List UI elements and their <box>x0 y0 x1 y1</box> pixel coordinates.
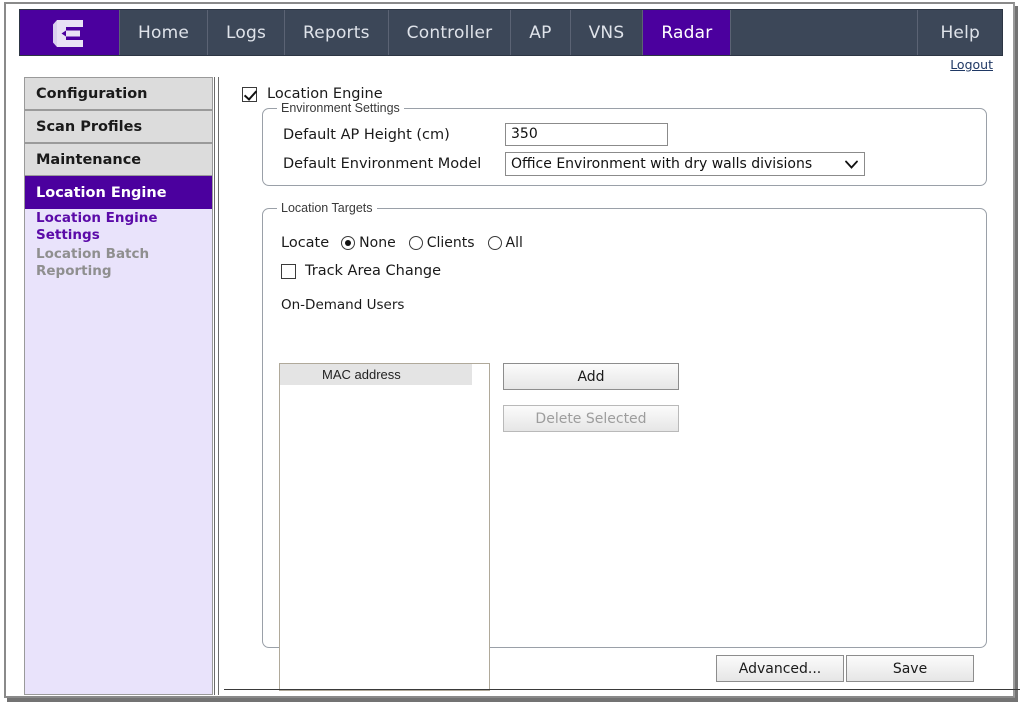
nav-item-help[interactable]: Help <box>918 10 1002 55</box>
nav-item-reports[interactable]: Reports <box>285 10 389 55</box>
environment-settings-fieldset: Environment Settings Default AP Height (… <box>262 101 987 186</box>
left-sidebar: Configuration Scan Profiles Maintenance … <box>24 77 213 695</box>
column-header-mac-address: MAC address <box>322 367 401 382</box>
sidebar-subitem-location-batch-reporting[interactable]: Location Batch Reporting <box>25 245 212 281</box>
nav-label: AP <box>529 22 552 43</box>
sidebar-subitem-label: Location Batch Reporting <box>36 246 150 279</box>
content-bottom-divider <box>224 689 1020 690</box>
location-targets-fieldset: Location Targets Locate None Clients All… <box>262 201 987 691</box>
nav-item-ap[interactable]: AP <box>511 10 571 55</box>
sidebar-subitem-label: Location Engine Settings <box>36 210 158 243</box>
nav-label: Controller <box>406 22 493 43</box>
environment-model-label: Default Environment Model <box>283 156 482 172</box>
nav-item-controller[interactable]: Controller <box>389 10 512 55</box>
top-navigation-bar: Home Logs Reports Controller AP VNS Rada… <box>19 9 1003 56</box>
sidebar-item-label: Scan Profiles <box>36 118 143 135</box>
nav-label: Reports <box>303 22 370 43</box>
locate-radio-group: Locate None Clients All <box>281 235 536 251</box>
ap-height-input[interactable]: 350 <box>505 123 668 146</box>
nav-label: Logs <box>226 22 267 43</box>
advanced-button-label: Advanced... <box>738 660 822 677</box>
main-content-panel: Location Engine Environment Settings Def… <box>224 66 1020 695</box>
nav-label: Radar <box>661 22 713 43</box>
sidebar-item-location-engine[interactable]: Location Engine <box>25 176 212 209</box>
nav-label: Help <box>940 22 980 43</box>
sidebar-item-label: Location Engine <box>36 184 167 201</box>
sidebar-item-scan-profiles[interactable]: Scan Profiles <box>25 110 212 143</box>
nav-item-vns[interactable]: VNS <box>571 10 644 55</box>
environment-settings-legend: Environment Settings <box>277 101 404 115</box>
ap-height-label: Default AP Height (cm) <box>283 126 450 143</box>
delete-selected-button-label: Delete Selected <box>535 410 647 427</box>
on-demand-users-row: On-Demand Users <box>281 297 404 313</box>
location-engine-checkbox[interactable] <box>242 86 257 102</box>
locate-radio-all[interactable] <box>487 236 502 250</box>
environment-model-row: Default Environment Model Office Environ… <box>283 152 865 176</box>
on-demand-users-listbox[interactable]: MAC address <box>279 363 490 691</box>
sidebar-item-maintenance[interactable]: Maintenance <box>25 143 212 176</box>
nav-label: Home <box>138 22 190 43</box>
locate-label: Locate <box>281 235 330 251</box>
on-demand-users-label: On-Demand Users <box>281 297 405 313</box>
add-button-label: Add <box>577 368 605 385</box>
save-button-label: Save <box>892 660 928 677</box>
track-area-change-checkbox[interactable] <box>281 263 296 279</box>
ap-height-row: Default AP Height (cm) 350 <box>283 123 668 146</box>
extreme-e-logo-icon <box>52 19 83 47</box>
add-button[interactable]: Add <box>503 363 679 390</box>
extreme-networks-logo[interactable] <box>20 10 120 55</box>
nav-item-logs[interactable]: Logs <box>208 10 286 55</box>
sidebar-divider-left <box>214 77 215 695</box>
sidebar-divider-right <box>218 77 219 695</box>
sidebar-item-label: Maintenance <box>36 151 142 168</box>
sidebar-item-configuration[interactable]: Configuration <box>25 77 212 110</box>
sidebar-subitem-location-engine-settings[interactable]: Location Engine Settings <box>25 209 212 245</box>
environment-model-value: Office Environment with dry walls divisi… <box>511 156 813 172</box>
track-area-change-label: Track Area Change <box>305 263 442 279</box>
nav-item-radar[interactable]: Radar <box>643 10 732 55</box>
locate-radio-none[interactable] <box>341 236 356 250</box>
location-engine-enable-row[interactable]: Location Engine <box>242 86 383 102</box>
locate-radio-all-label: All <box>505 235 523 251</box>
application-window: Home Logs Reports Controller AP VNS Rada… <box>4 2 1020 698</box>
environment-model-select[interactable]: Office Environment with dry walls divisi… <box>505 152 865 176</box>
nav-item-home[interactable]: Home <box>120 10 209 55</box>
locate-radio-none-label: None <box>359 235 396 251</box>
delete-selected-button[interactable]: Delete Selected <box>503 405 679 432</box>
on-demand-users-column-header: MAC address <box>280 364 472 385</box>
save-button[interactable]: Save <box>846 655 974 682</box>
nav-spacer <box>731 10 919 55</box>
sidebar-item-label: Configuration <box>36 85 148 102</box>
location-engine-label: Location Engine <box>267 86 383 102</box>
location-targets-legend: Location Targets <box>277 201 377 215</box>
locate-radio-clients[interactable] <box>408 236 423 250</box>
chevron-down-icon <box>843 156 859 172</box>
nav-label: VNS <box>588 22 625 43</box>
locate-radio-clients-label: Clients <box>426 235 475 251</box>
track-area-change-row[interactable]: Track Area Change <box>281 263 441 279</box>
advanced-button[interactable]: Advanced... <box>716 655 844 682</box>
